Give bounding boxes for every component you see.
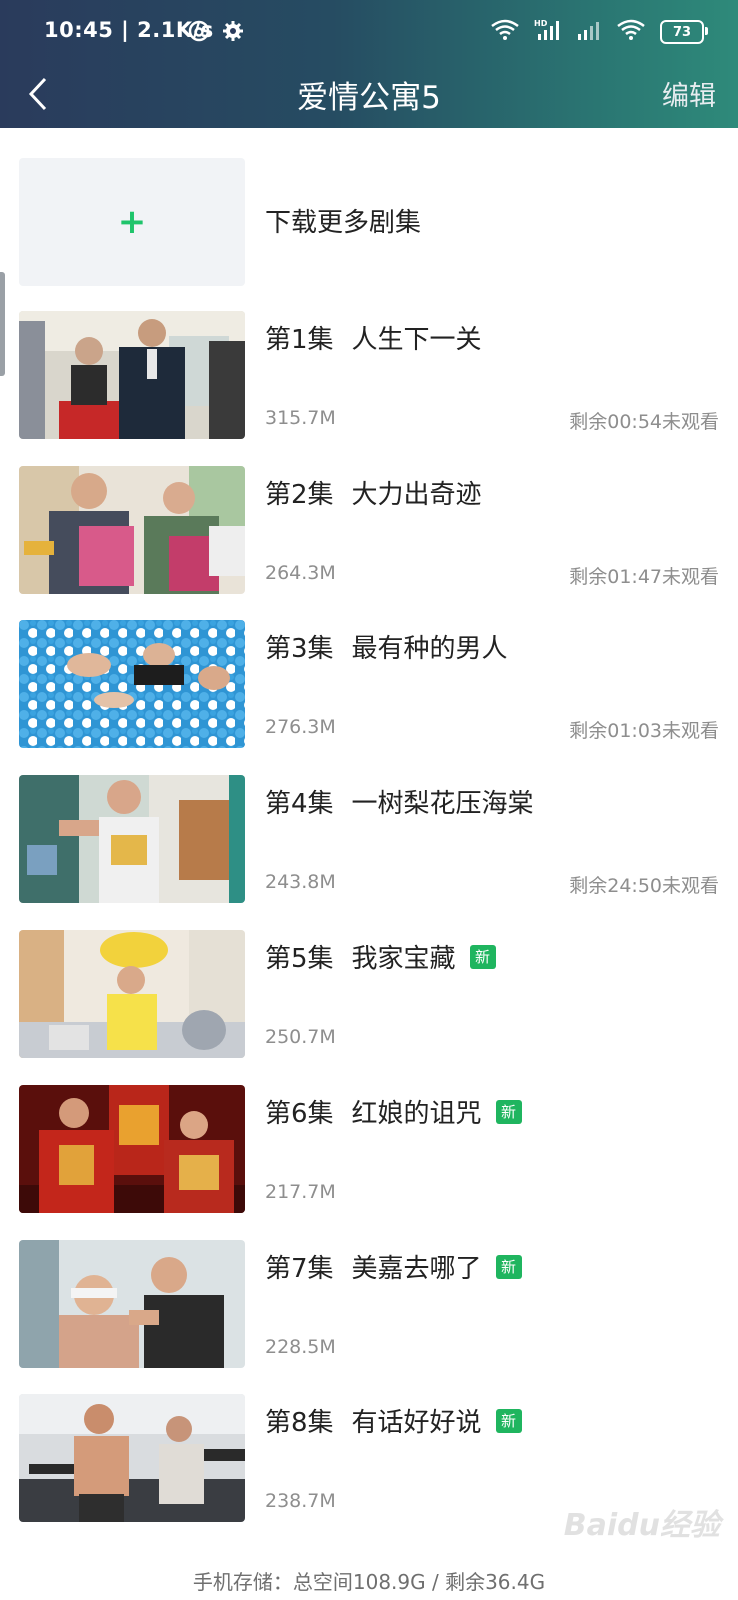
episode-number: 第2集 bbox=[265, 480, 334, 510]
new-badge: 新 bbox=[469, 944, 496, 969]
nav-bar: 爱情公寓5 编辑 bbox=[0, 64, 738, 128]
storage-info: 手机存储：总空间108.9G / 剩余36.4G bbox=[192, 1570, 546, 1594]
settings-gear-icon bbox=[222, 20, 244, 46]
episode-name: 最有种的男人 bbox=[351, 634, 508, 664]
svg-text:HD: HD bbox=[534, 19, 548, 28]
episode-thumbnail bbox=[19, 1240, 245, 1368]
episode-remaining: 剩余01:03未观看 bbox=[569, 720, 719, 742]
episode-title: 第1集 人生下一关 bbox=[265, 319, 482, 356]
episode-number: 第7集 bbox=[265, 1254, 334, 1284]
new-badge: 新 bbox=[495, 1408, 522, 1433]
episode-size: 276.3M bbox=[265, 716, 336, 738]
episode-thumbnail bbox=[19, 311, 245, 439]
episode-item-7[interactable]: 第7集 美嘉去哪了 新 228.5M bbox=[19, 1240, 719, 1370]
episode-size: 228.5M bbox=[265, 1336, 336, 1358]
netease-icon bbox=[188, 20, 210, 46]
episode-title: 第8集 有话好好说 新 bbox=[265, 1402, 522, 1439]
signal-hd-icon: HD bbox=[534, 18, 562, 46]
episode-number: 第1集 bbox=[265, 325, 334, 355]
status-bar: 10:45 | 2.1K/s HD 73 bbox=[0, 0, 738, 64]
episode-title: 第3集 最有种的男人 bbox=[265, 628, 508, 665]
episode-number: 第5集 bbox=[265, 944, 334, 974]
plus-icon: + bbox=[117, 202, 147, 242]
episode-title: 第5集 我家宝藏 新 bbox=[265, 938, 496, 975]
episode-size: 243.8M bbox=[265, 871, 336, 893]
episode-name: 有话好好说 bbox=[351, 1408, 482, 1438]
episode-thumbnail bbox=[19, 930, 245, 1058]
status-icons: HD 73 bbox=[490, 14, 708, 50]
episode-size: 315.7M bbox=[265, 407, 336, 429]
episode-remaining: 剩余00:54未观看 bbox=[569, 411, 719, 433]
episode-thumbnail bbox=[19, 1394, 245, 1522]
episode-item-4[interactable]: 第4集 一树梨花压海棠 243.8M 剩余24:50未观看 bbox=[19, 775, 719, 905]
download-more-label: 下载更多剧集 bbox=[265, 208, 422, 238]
episode-name: 一树梨花压海棠 bbox=[351, 789, 534, 819]
page-title: 爱情公寓5 bbox=[297, 80, 441, 116]
episode-item-5[interactable]: 第5集 我家宝藏 新 250.7M bbox=[19, 930, 719, 1060]
header-bar: 10:45 | 2.1K/s HD 73 爱情公寓5 编辑 bbox=[0, 0, 738, 128]
episode-thumbnail bbox=[19, 620, 245, 748]
episode-name: 我家宝藏 bbox=[351, 944, 456, 974]
episode-item-3[interactable]: 第3集 最有种的男人 276.3M 剩余01:03未观看 bbox=[19, 620, 719, 750]
episode-title: 第4集 一树梨花压海棠 bbox=[265, 783, 534, 820]
episode-size: 264.3M bbox=[265, 562, 336, 584]
episode-name: 美嘉去哪了 bbox=[351, 1254, 482, 1284]
episode-thumbnail bbox=[19, 466, 245, 594]
episode-thumbnail bbox=[19, 775, 245, 903]
download-more-button[interactable]: + 下载更多剧集 bbox=[19, 158, 719, 288]
episode-item-6[interactable]: 第6集 红娘的诅咒 新 217.7M bbox=[19, 1085, 719, 1215]
episode-remaining: 剩余24:50未观看 bbox=[569, 875, 719, 897]
episode-title: 第2集 大力出奇迹 bbox=[265, 474, 482, 511]
episode-number: 第4集 bbox=[265, 789, 334, 819]
episode-size: 217.7M bbox=[265, 1181, 336, 1203]
episode-number: 第8集 bbox=[265, 1408, 334, 1438]
episode-thumbnail bbox=[19, 1085, 245, 1213]
episode-name: 大力出奇迹 bbox=[351, 480, 482, 510]
episode-item-2[interactable]: 第2集 大力出奇迹 264.3M 剩余01:47未观看 bbox=[19, 466, 719, 596]
signal-icon bbox=[576, 19, 602, 45]
episode-name: 红娘的诅咒 bbox=[351, 1099, 482, 1129]
edit-button[interactable]: 编辑 bbox=[662, 74, 716, 113]
episode-size: 238.7M bbox=[265, 1490, 336, 1512]
wifi-icon bbox=[490, 19, 520, 45]
episode-name: 人生下一关 bbox=[351, 325, 482, 355]
episode-size: 250.7M bbox=[265, 1026, 336, 1048]
episode-number: 第6集 bbox=[265, 1099, 334, 1129]
episode-title: 第7集 美嘉去哪了 新 bbox=[265, 1248, 522, 1285]
battery-level: 73 bbox=[672, 24, 692, 40]
episode-remaining: 剩余01:47未观看 bbox=[569, 566, 719, 588]
baidu-watermark: Baidu经验 bbox=[563, 1508, 720, 1543]
episode-number: 第3集 bbox=[265, 634, 334, 664]
scroll-indicator[interactable] bbox=[0, 272, 5, 376]
new-badge: 新 bbox=[495, 1099, 522, 1124]
episode-item-1[interactable]: 第1集 人生下一关 315.7M 剩余00:54未观看 bbox=[19, 311, 719, 441]
episode-title: 第6集 红娘的诅咒 新 bbox=[265, 1093, 522, 1130]
new-badge: 新 bbox=[495, 1254, 522, 1279]
battery-icon: 73 bbox=[660, 20, 708, 44]
download-more-box: + bbox=[19, 158, 245, 286]
wifi-secondary-icon bbox=[616, 19, 646, 45]
